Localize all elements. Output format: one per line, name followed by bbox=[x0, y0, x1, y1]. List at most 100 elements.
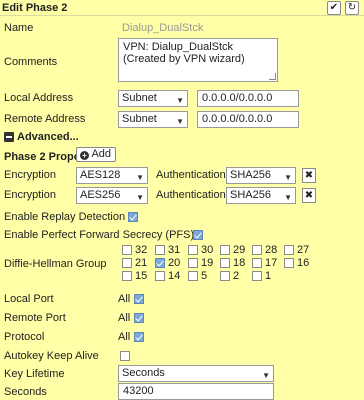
collapse-icon bbox=[4, 132, 14, 142]
encryption-value-2: AES256 bbox=[80, 189, 121, 201]
remove-proposal-button-1[interactable]: ✖ bbox=[302, 168, 316, 183]
seconds-label: Seconds bbox=[4, 386, 47, 398]
remove-proposal-button-2[interactable]: ✖ bbox=[302, 188, 316, 203]
autokey-label: Autokey Keep Alive bbox=[4, 350, 99, 362]
replay-detection-label: Enable Replay Detection bbox=[4, 211, 126, 223]
encryption-label-2: Encryption bbox=[4, 189, 56, 201]
dh-group-17-checkbox[interactable] bbox=[252, 258, 262, 268]
revert-icon: ↻ bbox=[347, 2, 357, 13]
local-port-all-label: All bbox=[118, 293, 131, 305]
pfs-label: Enable Perfect Forward Secrecy (PFS) bbox=[4, 229, 195, 241]
authentication-select-2[interactable]: SHA256 ▼ bbox=[226, 187, 296, 204]
dh-group-16-label: 16 bbox=[297, 257, 310, 269]
authentication-label-2: Authentication bbox=[156, 189, 226, 201]
remote-port-all-checkbox[interactable] bbox=[134, 313, 144, 323]
replay-detection-checkbox[interactable] bbox=[128, 212, 138, 222]
dh-group-1-label: 1 bbox=[265, 270, 272, 282]
dh-group-17-label: 17 bbox=[265, 257, 278, 269]
local-address-type-value: Subnet bbox=[122, 92, 157, 104]
dh-group-21-checkbox[interactable] bbox=[122, 258, 132, 268]
chevron-down-icon: ▼ bbox=[136, 193, 144, 202]
chevron-down-icon: ▼ bbox=[284, 193, 292, 202]
dh-group-30-checkbox[interactable] bbox=[188, 245, 198, 255]
name-value: Dialup_DualStck bbox=[122, 22, 204, 34]
comments-label: Comments bbox=[4, 56, 58, 68]
local-address-label: Local Address bbox=[4, 92, 74, 104]
remote-port-label: Remote Port bbox=[4, 312, 66, 324]
local-port-label: Local Port bbox=[4, 293, 54, 305]
dialog-title: Edit Phase 2 bbox=[2, 2, 68, 14]
dh-group-30-label: 30 bbox=[201, 244, 214, 256]
dh-group-2-label: 2 bbox=[233, 270, 240, 282]
remote-address-input[interactable]: 0.0.0.0/0.0.0.0 bbox=[197, 111, 299, 128]
key-lifetime-select[interactable]: Seconds ▼ bbox=[118, 365, 274, 382]
dh-group-29-label: 29 bbox=[233, 244, 246, 256]
chevron-down-icon: ▼ bbox=[284, 173, 292, 182]
close-icon: ✖ bbox=[304, 190, 314, 201]
dh-group-16-checkbox[interactable] bbox=[284, 258, 294, 268]
dh-group-27-checkbox[interactable] bbox=[284, 245, 294, 255]
seconds-input[interactable]: 43200 bbox=[118, 383, 274, 400]
encryption-select-2[interactable]: AES256 ▼ bbox=[76, 187, 148, 204]
dh-group-20-label: 20 bbox=[168, 257, 181, 269]
advanced-toggle[interactable]: Advanced... bbox=[4, 131, 84, 144]
dh-group-20-checkbox[interactable] bbox=[155, 258, 165, 268]
dh-group-27-label: 27 bbox=[297, 244, 310, 256]
remote-address-label: Remote Address bbox=[4, 113, 86, 125]
local-port-all-checkbox[interactable] bbox=[134, 294, 144, 304]
close-icon: ✖ bbox=[304, 170, 314, 181]
ok-button[interactable]: ✔ bbox=[327, 1, 341, 15]
autokey-checkbox[interactable] bbox=[120, 351, 130, 361]
dh-group-14-label: 14 bbox=[168, 270, 181, 282]
dh-group-28-checkbox[interactable] bbox=[252, 245, 262, 255]
encryption-select-1[interactable]: AES128 ▼ bbox=[76, 167, 148, 184]
remote-address-value: 0.0.0.0/0.0.0.0 bbox=[202, 113, 273, 125]
remote-address-type-select[interactable]: Subnet ▼ bbox=[118, 111, 188, 128]
remote-port-all-label: All bbox=[118, 312, 131, 324]
comments-text: VPN: Dialup_DualStck (Created by VPN wiz… bbox=[123, 41, 245, 65]
local-address-value: 0.0.0.0/0.0.0.0 bbox=[202, 92, 273, 104]
encryption-label-1: Encryption bbox=[4, 169, 56, 181]
dh-group-14-checkbox[interactable] bbox=[155, 271, 165, 281]
pfs-checkbox[interactable] bbox=[193, 230, 203, 240]
dh-group-21-label: 21 bbox=[135, 257, 148, 269]
authentication-select-1[interactable]: SHA256 ▼ bbox=[226, 167, 296, 184]
dh-group-18-checkbox[interactable] bbox=[220, 258, 230, 268]
dh-group-32-checkbox[interactable] bbox=[122, 245, 132, 255]
dh-group-5-checkbox[interactable] bbox=[188, 271, 198, 281]
dh-group-31-label: 31 bbox=[168, 244, 181, 256]
encryption-value-1: AES128 bbox=[80, 169, 121, 181]
remote-address-type-value: Subnet bbox=[122, 113, 157, 125]
dh-group-32-label: 32 bbox=[135, 244, 148, 256]
dh-group-15-checkbox[interactable] bbox=[122, 271, 132, 281]
dh-group-2-checkbox[interactable] bbox=[220, 271, 230, 281]
seconds-value: 43200 bbox=[123, 385, 154, 397]
dh-group-19-label: 19 bbox=[201, 257, 214, 269]
authentication-value-1: SHA256 bbox=[230, 169, 271, 181]
advanced-label: Advanced... bbox=[17, 131, 79, 143]
local-address-input[interactable]: 0.0.0.0/0.0.0.0 bbox=[197, 90, 299, 107]
comments-field[interactable]: VPN: Dialup_DualStck (Created by VPN wiz… bbox=[118, 38, 278, 82]
local-address-type-select[interactable]: Subnet ▼ bbox=[118, 90, 188, 107]
dh-group-19-checkbox[interactable] bbox=[188, 258, 198, 268]
add-proposal-button[interactable]: + Add bbox=[76, 147, 117, 162]
dh-group-label: Diffie-Hellman Group bbox=[4, 258, 107, 270]
dh-group-18-label: 18 bbox=[233, 257, 246, 269]
protocol-all-label: All bbox=[118, 331, 131, 343]
dh-group-31-checkbox[interactable] bbox=[155, 245, 165, 255]
dh-group-29-checkbox[interactable] bbox=[220, 245, 230, 255]
add-proposal-label: Add bbox=[91, 148, 112, 160]
key-lifetime-label: Key Lifetime bbox=[4, 368, 65, 380]
plus-circle-icon: + bbox=[80, 151, 89, 160]
chevron-down-icon: ▼ bbox=[176, 117, 184, 126]
dh-group-15-label: 15 bbox=[135, 270, 148, 282]
authentication-value-2: SHA256 bbox=[230, 189, 271, 201]
dh-group-1-checkbox[interactable] bbox=[252, 271, 262, 281]
revert-button[interactable]: ↻ bbox=[345, 1, 359, 15]
dh-group-5-label: 5 bbox=[201, 270, 208, 282]
chevron-down-icon: ▼ bbox=[136, 173, 144, 182]
resize-grip-icon[interactable] bbox=[269, 73, 276, 80]
key-lifetime-value: Seconds bbox=[122, 367, 165, 379]
protocol-label: Protocol bbox=[4, 331, 45, 343]
protocol-all-checkbox[interactable] bbox=[134, 332, 144, 342]
